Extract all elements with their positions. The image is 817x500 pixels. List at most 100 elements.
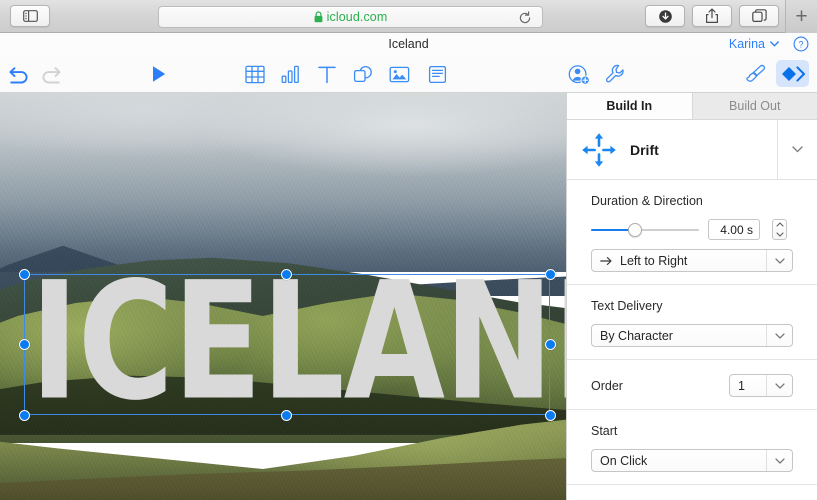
- browser-action-buttons: [645, 5, 779, 27]
- sidebar-toggle-button[interactable]: [10, 5, 50, 27]
- comment-icon: [428, 65, 446, 83]
- direction-value: Left to Right: [620, 253, 688, 268]
- text-delivery-popup[interactable]: By Character: [591, 324, 793, 347]
- start-chevron[interactable]: [766, 450, 792, 471]
- start-label: Start: [591, 424, 618, 438]
- effect-name: Drift: [630, 141, 659, 158]
- selected-text-object[interactable]: ICELAND: [18, 261, 566, 424]
- resize-handle-top-center[interactable]: [281, 268, 292, 280]
- downloads-icon: [658, 9, 672, 23]
- share-button[interactable]: [692, 5, 732, 27]
- play-icon: [153, 66, 166, 82]
- slide-headline[interactable]: ICELAND: [30, 256, 566, 430]
- effect-selector-row[interactable]: Drift: [567, 120, 817, 180]
- resize-handle-top-right[interactable]: [544, 268, 556, 280]
- account-name: Karina: [728, 37, 765, 51]
- four-way-arrows-icon: [582, 132, 616, 167]
- arrow-right-icon: [600, 256, 612, 265]
- resize-handle-bottom-right[interactable]: [544, 409, 556, 421]
- slider-fill: [591, 228, 633, 231]
- redo-button[interactable]: [38, 62, 64, 86]
- resize-handle-middle-left[interactable]: [18, 339, 30, 350]
- insert-media-button[interactable]: [386, 62, 412, 86]
- chart-icon: [281, 65, 299, 83]
- stepper-down-icon: [775, 232, 784, 237]
- insert-comment-button[interactable]: [424, 62, 450, 86]
- animate-inspector-panel: Build In Build Out Drift Duration & Dire…: [566, 93, 817, 500]
- duration-direction-label: Duration & Direction: [591, 194, 703, 208]
- wrench-icon: [606, 64, 624, 83]
- tab-overview-icon: [751, 9, 767, 22]
- order-value: 1: [738, 378, 745, 393]
- sidebar-icon: [22, 10, 38, 22]
- direction-chevron[interactable]: [766, 250, 792, 271]
- start-value: On Click: [600, 453, 648, 468]
- address-bar[interactable]: icloud.com: [158, 6, 543, 28]
- insert-text-button[interactable]: [314, 62, 340, 86]
- document-title: Iceland: [388, 37, 429, 51]
- tools-button[interactable]: [602, 62, 628, 86]
- collaborate-icon: [568, 64, 590, 85]
- start-popup[interactable]: On Click: [591, 449, 793, 472]
- account-menu[interactable]: Karina: [729, 37, 779, 51]
- chevron-down-icon: [774, 457, 785, 464]
- order-section: Order 1: [567, 360, 817, 410]
- duration-stepper[interactable]: [772, 219, 787, 240]
- duration-controls: 4.00 s: [591, 219, 793, 240]
- chevron-down-icon: [770, 41, 779, 47]
- insert-table-button[interactable]: [242, 62, 268, 86]
- text-delivery-value: By Character: [600, 328, 673, 343]
- slide-canvas[interactable]: ICELAND: [0, 93, 566, 500]
- url-display: icloud.com: [314, 10, 388, 24]
- tab-build-out[interactable]: Build Out: [691, 93, 817, 119]
- help-button[interactable]: ?: [793, 36, 809, 57]
- chevron-down-icon: [774, 382, 785, 389]
- inspector-tabs: Build In Build Out: [567, 93, 817, 120]
- collaborate-button[interactable]: [566, 62, 592, 86]
- reload-icon: [519, 11, 531, 24]
- effect-disclosure-button[interactable]: [777, 120, 817, 179]
- duration-value-field[interactable]: 4.00 s: [708, 219, 760, 240]
- resize-handle-bottom-center[interactable]: [281, 409, 292, 421]
- stepper-up-icon: [775, 222, 784, 227]
- format-button[interactable]: [742, 62, 768, 86]
- order-row: Order 1: [591, 374, 793, 397]
- text-delivery-chevron[interactable]: [766, 325, 792, 346]
- undo-icon: [9, 67, 28, 84]
- start-section: Start On Click: [567, 410, 817, 485]
- reload-button[interactable]: [518, 11, 532, 30]
- duration-slider[interactable]: [591, 222, 699, 238]
- media-icon: [389, 66, 409, 82]
- chevron-down-icon: [774, 332, 785, 339]
- resize-handle-middle-right[interactable]: [544, 339, 556, 350]
- downloads-button[interactable]: [645, 5, 685, 27]
- animate-button[interactable]: [776, 60, 809, 87]
- order-label: Order: [591, 378, 623, 393]
- order-popup[interactable]: 1: [729, 374, 793, 397]
- animate-icon: [781, 65, 805, 82]
- tab-build-in[interactable]: Build In: [567, 93, 692, 119]
- text-delivery-label: Text Delivery: [591, 299, 663, 313]
- share-icon: [706, 8, 718, 23]
- play-button[interactable]: [146, 62, 172, 86]
- direction-popup[interactable]: Left to Right: [591, 249, 793, 272]
- resize-handle-bottom-left[interactable]: [18, 409, 30, 421]
- text-icon: [318, 66, 336, 83]
- resize-handle-top-left[interactable]: [18, 268, 30, 280]
- url-text: icloud.com: [326, 10, 388, 24]
- svg-text:?: ?: [798, 39, 803, 49]
- app-toolbar: [0, 55, 817, 93]
- insert-chart-button[interactable]: [278, 62, 304, 86]
- new-tab-button[interactable]: +: [785, 0, 817, 33]
- shape-icon: [353, 65, 372, 82]
- redo-icon: [42, 67, 61, 84]
- browser-toolbar: icloud.com +: [0, 0, 817, 33]
- insert-shape-button[interactable]: [350, 62, 376, 86]
- tab-overview-button[interactable]: [739, 5, 779, 27]
- format-brush-icon: [746, 64, 766, 82]
- order-chevron[interactable]: [766, 375, 792, 396]
- keynote-web-window: icloud.com + Iceland Karina ? ICELAN Bui…: [0, 0, 817, 500]
- chevron-down-icon: [792, 146, 803, 153]
- slider-knob[interactable]: [627, 222, 642, 237]
- undo-button[interactable]: [6, 62, 32, 86]
